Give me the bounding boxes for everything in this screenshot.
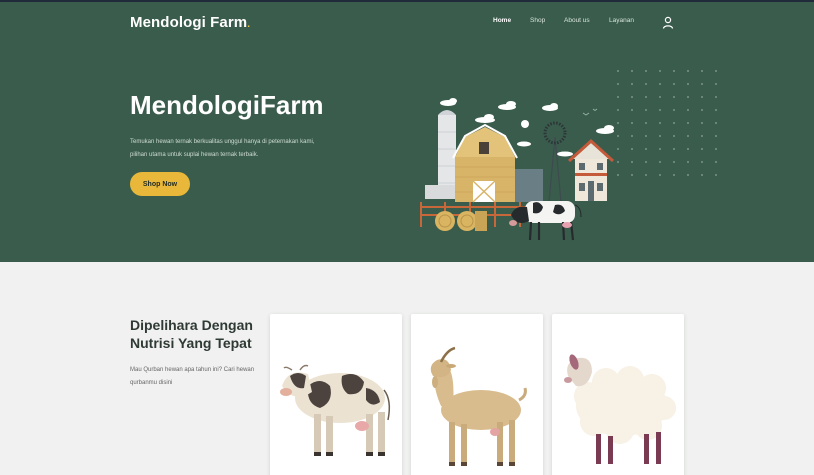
decor-dot bbox=[644, 95, 648, 99]
decor-dot bbox=[700, 173, 704, 177]
decor-dot bbox=[644, 82, 648, 86]
decor-dot bbox=[672, 95, 676, 99]
decor-dot bbox=[714, 69, 718, 73]
decor-dot bbox=[658, 160, 662, 164]
decor-dot bbox=[644, 134, 648, 138]
brand-dot: . bbox=[247, 19, 251, 30]
decor-dot bbox=[616, 69, 620, 73]
hero-title: MendologiFarm bbox=[130, 90, 324, 120]
nav-shop[interactable]: Shop bbox=[530, 17, 545, 24]
decor-dot bbox=[686, 95, 690, 99]
decor-dot bbox=[714, 134, 718, 138]
decor-dot bbox=[658, 121, 662, 125]
decor-dot bbox=[714, 173, 718, 177]
decor-dot bbox=[644, 147, 648, 151]
decor-dot bbox=[630, 69, 634, 73]
cow-icon bbox=[280, 364, 391, 456]
decor-dot bbox=[686, 173, 690, 177]
decor-dot bbox=[644, 173, 648, 177]
decor-dot bbox=[630, 173, 634, 177]
goat-icon bbox=[430, 346, 527, 466]
decor-dot bbox=[714, 160, 718, 164]
hero-section: Mendologi Farm. Home Shop About us Layan… bbox=[0, 2, 814, 262]
decor-dot bbox=[672, 134, 676, 138]
decor-dot bbox=[658, 173, 662, 177]
decor-dot bbox=[714, 82, 718, 86]
decor-dot bbox=[700, 69, 704, 73]
nav-layanan[interactable]: Layanan bbox=[609, 17, 634, 24]
decor-dot bbox=[672, 108, 676, 112]
decor-dot bbox=[700, 147, 704, 151]
decor-dot bbox=[686, 134, 690, 138]
decor-dot bbox=[686, 147, 690, 151]
decor-dot bbox=[630, 82, 634, 86]
decor-dot bbox=[672, 82, 676, 86]
decor-dot bbox=[658, 147, 662, 151]
decor-dot bbox=[686, 108, 690, 112]
sheep-icon bbox=[564, 354, 676, 464]
decor-dot bbox=[700, 82, 704, 86]
nav-about-us[interactable]: About us bbox=[564, 17, 590, 24]
brand-logo[interactable]: Mendologi Farm. bbox=[130, 14, 250, 31]
hero-description: Temukan hewan ternak berkualitas unggul … bbox=[130, 139, 315, 158]
decor-dot bbox=[630, 108, 634, 112]
user-icon[interactable] bbox=[662, 16, 674, 30]
decor-dot bbox=[700, 134, 704, 138]
decor-dot bbox=[686, 160, 690, 164]
decor-dot bbox=[714, 147, 718, 151]
section-title: Dipelihara Dengan Nutrisi Yang Tepat bbox=[130, 317, 253, 351]
decor-dot bbox=[630, 95, 634, 99]
decor-dot bbox=[700, 95, 704, 99]
farm-illustration-icon bbox=[420, 98, 615, 241]
decor-dot bbox=[672, 147, 676, 151]
decor-dot bbox=[686, 121, 690, 125]
decor-dot bbox=[630, 147, 634, 151]
shop-now-button[interactable]: Shop Now bbox=[130, 172, 190, 196]
brand-name[interactable]: Mendologi Farm bbox=[130, 14, 247, 31]
decor-dot bbox=[630, 134, 634, 138]
decor-dot bbox=[672, 173, 676, 177]
dot-grid-decoration bbox=[616, 69, 718, 177]
nav-home[interactable]: Home bbox=[493, 17, 511, 24]
decor-dot bbox=[658, 134, 662, 138]
decor-dot bbox=[644, 121, 648, 125]
decor-dot bbox=[630, 121, 634, 125]
decor-dot bbox=[658, 82, 662, 86]
decor-dot bbox=[658, 108, 662, 112]
decor-dot bbox=[672, 121, 676, 125]
decor-dot bbox=[630, 160, 634, 164]
decor-dot bbox=[714, 121, 718, 125]
product-card-cow[interactable] bbox=[270, 314, 402, 475]
decor-dot bbox=[714, 108, 718, 112]
decor-dot bbox=[686, 69, 690, 73]
decor-dot bbox=[686, 82, 690, 86]
section-description: Mau Qurban hewan apa tahun ini? Cari hew… bbox=[130, 367, 255, 386]
decor-dot bbox=[714, 95, 718, 99]
decor-dot bbox=[700, 121, 704, 125]
decor-dot bbox=[644, 160, 648, 164]
decor-dot bbox=[658, 69, 662, 73]
decor-dot bbox=[658, 95, 662, 99]
decor-dot bbox=[616, 82, 620, 86]
decor-dot bbox=[644, 108, 648, 112]
product-card-goat[interactable] bbox=[411, 314, 543, 475]
product-card-sheep[interactable] bbox=[552, 314, 684, 475]
decor-dot bbox=[672, 160, 676, 164]
decor-dot bbox=[672, 69, 676, 73]
decor-dot bbox=[644, 69, 648, 73]
decor-dot bbox=[700, 108, 704, 112]
decor-dot bbox=[700, 160, 704, 164]
